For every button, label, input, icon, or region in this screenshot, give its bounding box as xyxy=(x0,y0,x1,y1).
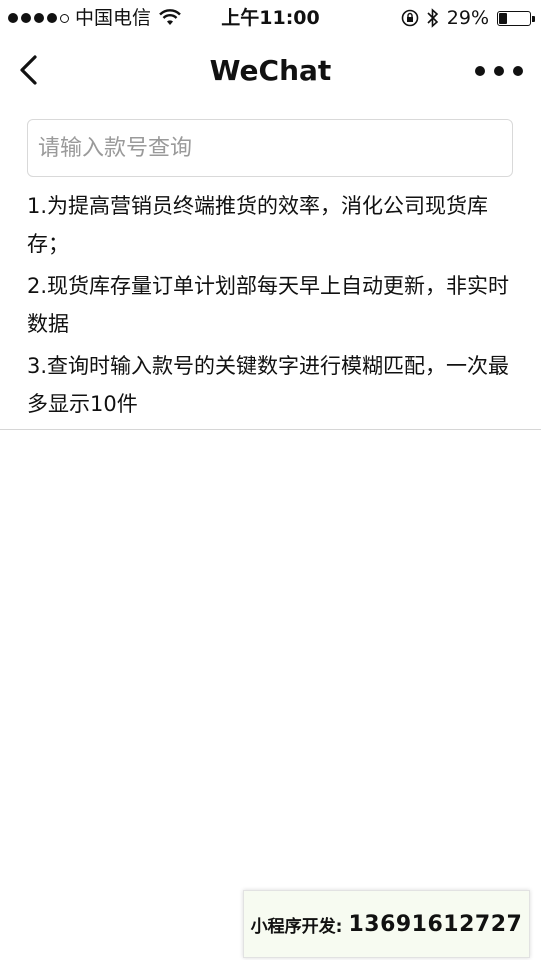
signal-strength-icon xyxy=(8,13,69,23)
developer-contact-banner: 小程序开发: 13691612727 xyxy=(243,890,530,958)
status-bar: 中国电信 上午11:00 29% xyxy=(0,0,541,38)
navigation-bar: WeChat xyxy=(0,38,541,104)
status-left: 中国电信 xyxy=(8,6,181,30)
back-button[interactable] xyxy=(10,52,46,88)
page-title: WeChat xyxy=(209,54,332,87)
battery-level xyxy=(499,12,508,24)
battery-icon xyxy=(497,10,535,26)
instructions-list: 1.为提高营销员终端推货的效率，消化公司现货库存； 2.现货库存量订单计划部每天… xyxy=(27,187,515,427)
style-number-search-input[interactable] xyxy=(27,119,513,177)
bluetooth-icon xyxy=(427,8,438,28)
battery-percent: 29% xyxy=(446,7,489,29)
instruction-item: 2.现货库存量订单计划部每天早上自动更新，非实时数据 xyxy=(27,274,510,336)
more-options-button[interactable] xyxy=(475,58,523,84)
contact-phone-number: 13691612727 xyxy=(348,911,523,937)
rotation-lock-icon xyxy=(401,9,419,27)
carrier-name: 中国电信 xyxy=(75,7,152,29)
instruction-item: 3.查询时输入款号的关键数字进行模糊匹配，一次最多显示10件 xyxy=(27,354,510,416)
more-dot-icon xyxy=(513,66,523,76)
more-dot-icon xyxy=(475,66,485,76)
status-right: 29% xyxy=(401,6,535,30)
instruction-item: 1.为提高营销员终端推货的效率，消化公司现货库存； xyxy=(27,194,489,256)
more-dot-icon xyxy=(494,66,504,76)
banner-label: 小程序开发: xyxy=(250,916,343,937)
chevron-left-icon xyxy=(20,55,37,85)
wifi-icon xyxy=(159,9,181,25)
divider xyxy=(0,429,541,430)
